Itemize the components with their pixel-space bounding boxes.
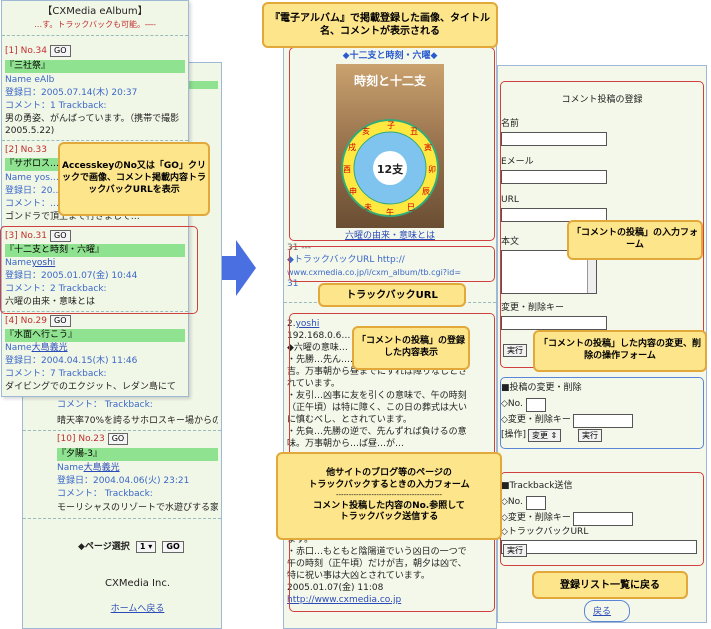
tb-input-text: コメント投稿した内容のNo.参照して	[313, 500, 465, 511]
site-title: 【CXMedia eAlbum】	[42, 6, 148, 17]
page-go-button[interactable]: GO	[162, 541, 184, 553]
entry-comment-count: コメント：1 Trackback:	[5, 101, 107, 111]
entry-date: 登録日：2005.07.14(木) 20:37	[5, 88, 138, 98]
entry-text: モーリシャスのリゾートで水遊びする家族	[57, 503, 218, 513]
entry-text: 晴天率70%を誇るサホロスキー場からの山々	[57, 416, 218, 426]
entry-text: 2005.5.22)	[5, 126, 55, 136]
entry-title[interactable]: 『夕陽-3』	[57, 448, 218, 461]
callout-comment-form: 「コメントの投稿」の入力フォーム	[567, 220, 703, 260]
callout-top: 『電子アルバム』で掲載登録した画像、タイトル名、コメントが表示される	[262, 2, 498, 48]
author-link[interactable]: 大島義光	[84, 463, 120, 473]
entry-comment-count: コメント：7 Trackback:	[5, 369, 107, 379]
home-link[interactable]: ホームへ戻る	[57, 603, 218, 616]
go-button[interactable]: GO	[50, 45, 71, 57]
name-label: Name	[5, 343, 32, 353]
edit-frame	[500, 377, 704, 449]
entry-title[interactable]: 『三社祭』	[5, 60, 185, 73]
go-button[interactable]: GO	[50, 315, 71, 327]
name-label: Name	[57, 463, 84, 473]
tb-input-text: 他サイトのブログ等のページの	[326, 468, 452, 479]
callout-trackback-input: 他サイトのブログ等のページの トラックバックするときの入力フォーム ------…	[276, 452, 502, 540]
page-select[interactable]: 1 ▾	[135, 541, 157, 553]
entry-title[interactable]: 『水面へ行こう』	[5, 329, 185, 342]
trackback-frame	[289, 246, 495, 282]
callout-trackback-url: トラックバックURL	[318, 283, 466, 307]
entry-no: [4] No.29	[5, 316, 48, 326]
entry-no: [1] No.34	[5, 46, 48, 56]
entry-name: Name eAlb	[5, 75, 55, 85]
entry-comment-count: コメント： Trackback:	[57, 489, 153, 499]
go-button[interactable]: GO	[107, 433, 129, 445]
author-link[interactable]: 大島義光	[32, 343, 68, 353]
entry-date: 登録日：2004.04.15(木) 11:46	[5, 356, 138, 366]
callout-comment-edit: 「コメントの投稿」した内容の変更、削除の操作フォーム	[533, 330, 707, 372]
selected-entry-frame	[0, 226, 198, 314]
entry-text: ダイビングでのエクジット、レダン島にて	[5, 382, 176, 392]
page-select-label: ◆ページ選択	[78, 542, 130, 552]
tb-input-sep: ----------------------------------------…	[335, 491, 443, 500]
footer: CXMedia Inc.	[104, 578, 170, 589]
back-link-frame	[584, 600, 630, 622]
trackback-line: コメント： Trackback:	[57, 400, 153, 410]
photo-frame	[289, 47, 495, 241]
tb-input-text: トラックバックするときの入力フォーム	[308, 479, 470, 490]
trackback-send-frame	[500, 472, 704, 566]
entry-no: [10] No.23	[57, 434, 105, 444]
callout-comment-show: 「コメントの投稿」の登録した内容表示	[352, 326, 470, 370]
entry-date: 登録日：2004.04.06(火) 23:21	[57, 476, 190, 486]
callout-back-list: 登録リスト一覧に戻る	[532, 571, 688, 599]
next-arrow-icon	[222, 240, 256, 296]
tb-input-text: トラックバック送信する	[339, 512, 439, 523]
site-subtitle: …す。トラックバックも可能。―-	[34, 20, 156, 29]
callout-access: AccesskeyのNo又は「GO」クリックで画像、コメント掲載内容トラックバッ…	[58, 142, 210, 216]
